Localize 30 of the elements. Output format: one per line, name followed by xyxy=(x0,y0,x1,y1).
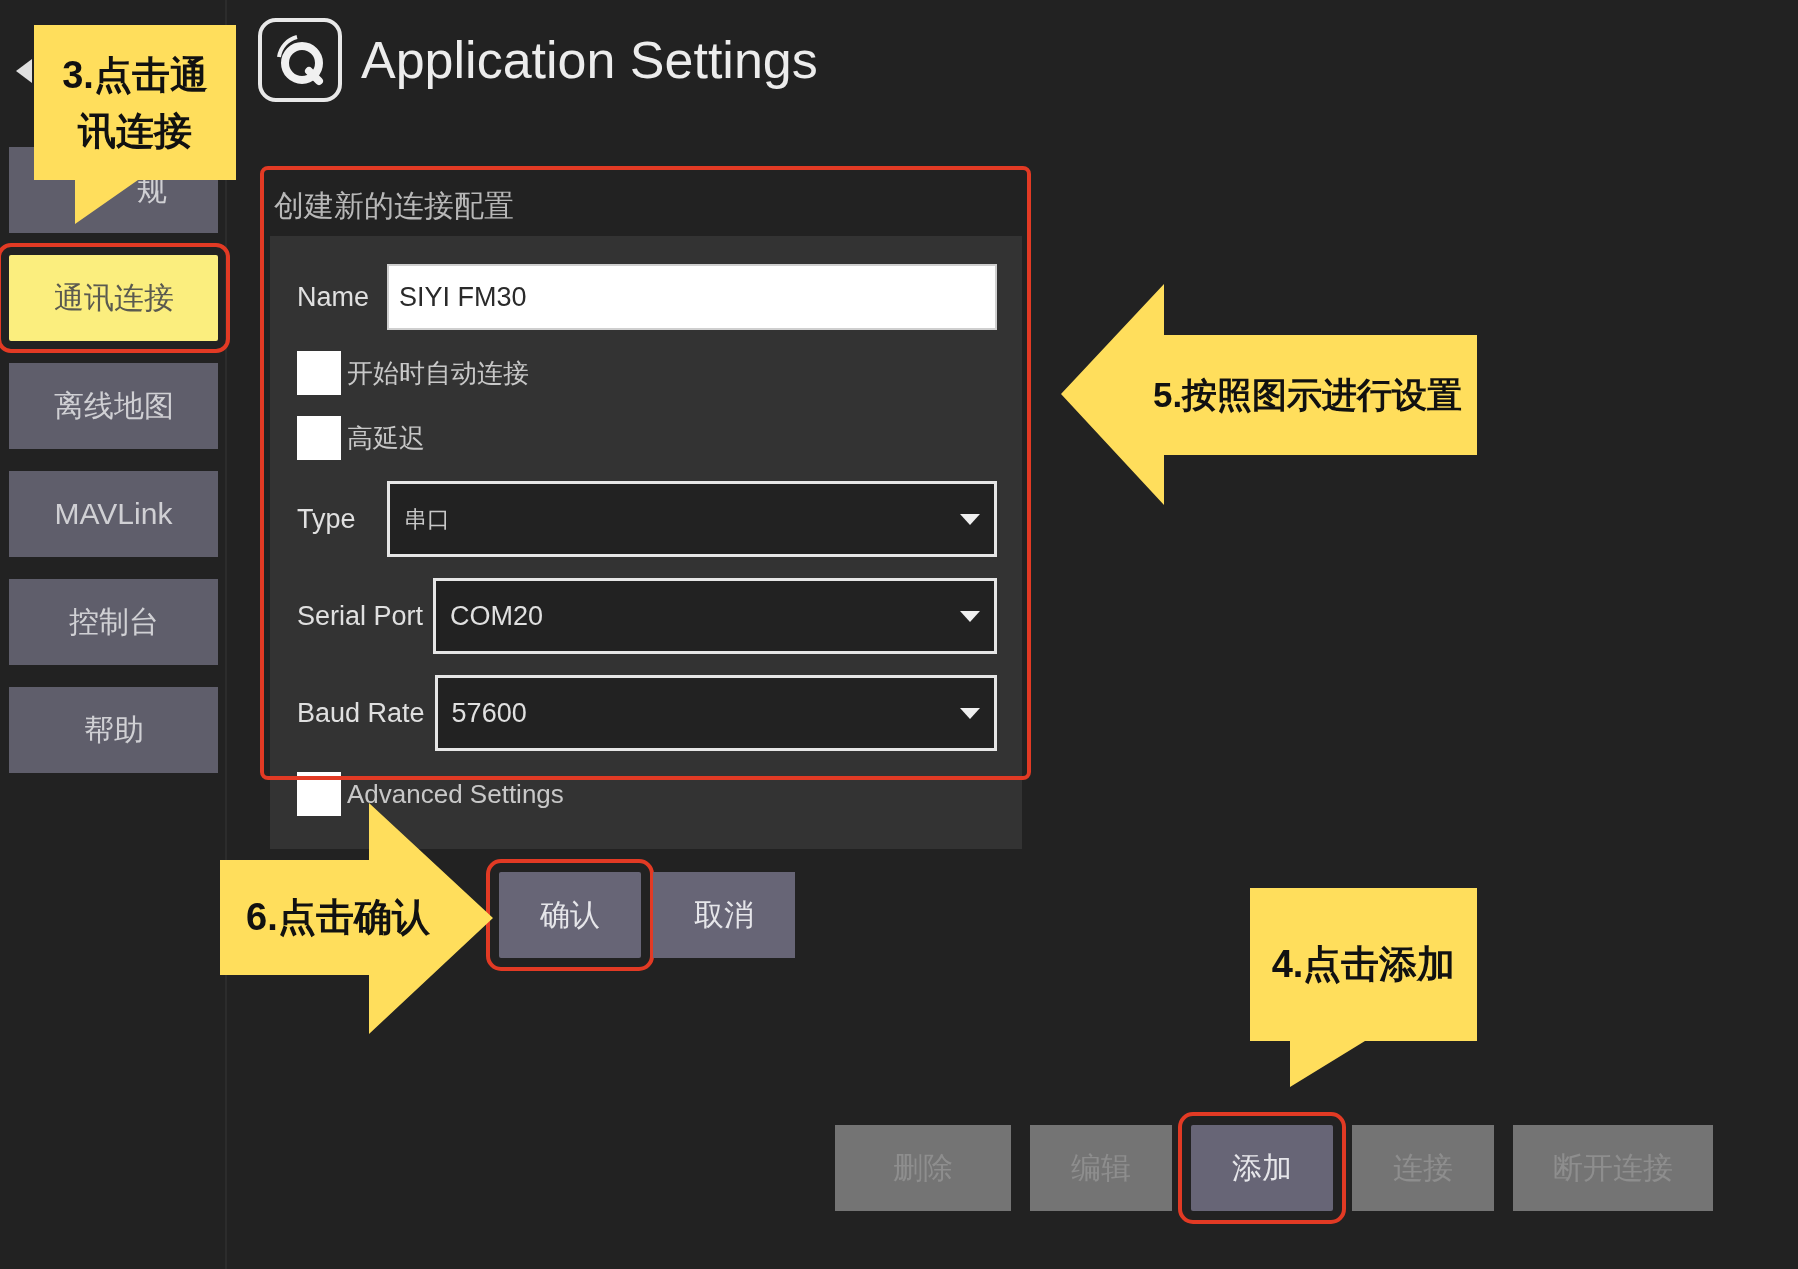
callout: 4.点击添加 xyxy=(1250,888,1477,1087)
field-label: Serial Port xyxy=(297,600,424,632)
field-label: Baud Rate xyxy=(297,697,425,729)
caret-icon xyxy=(960,610,980,622)
checkbox-label: 开始时自动连接 xyxy=(347,356,529,390)
caret-icon xyxy=(960,707,980,719)
checkbox-label: 高延迟 xyxy=(347,421,425,455)
field-label: Type xyxy=(297,503,357,535)
dialog-button[interactable]: 取消 xyxy=(653,872,795,958)
dropdown[interactable]: COM20 xyxy=(433,578,997,654)
sidebar-item[interactable]: MAVLink xyxy=(9,471,218,557)
sidebar-item[interactable]: 帮助 xyxy=(9,687,218,773)
arrow-callout: 5.按照图示进行设置 xyxy=(1061,284,1477,505)
checkbox[interactable] xyxy=(297,416,341,460)
dialog-button[interactable]: 确认 xyxy=(499,872,641,958)
field-label: Name xyxy=(297,281,371,313)
sidebar-item[interactable]: 通讯连接 xyxy=(9,255,218,341)
dropdown[interactable]: 串口 xyxy=(387,481,997,557)
checkbox[interactable] xyxy=(297,772,341,816)
sidebar-item[interactable]: 控制台 xyxy=(9,579,218,665)
form-title: 创建新的连接配置 xyxy=(273,188,515,224)
arrow-callout: 6.点击确认 xyxy=(220,803,493,1034)
sidebar-item[interactable]: 离线地图 xyxy=(9,363,218,449)
checkbox[interactable] xyxy=(297,351,341,395)
back-icon[interactable] xyxy=(16,56,32,86)
caret-icon xyxy=(960,513,980,525)
action-button[interactable]: 添加 xyxy=(1191,1125,1333,1211)
input-field[interactable]: SIYI FM30 xyxy=(387,264,997,330)
page-title: Application Settings xyxy=(361,30,818,91)
dropdown[interactable]: 57600 xyxy=(434,675,997,751)
